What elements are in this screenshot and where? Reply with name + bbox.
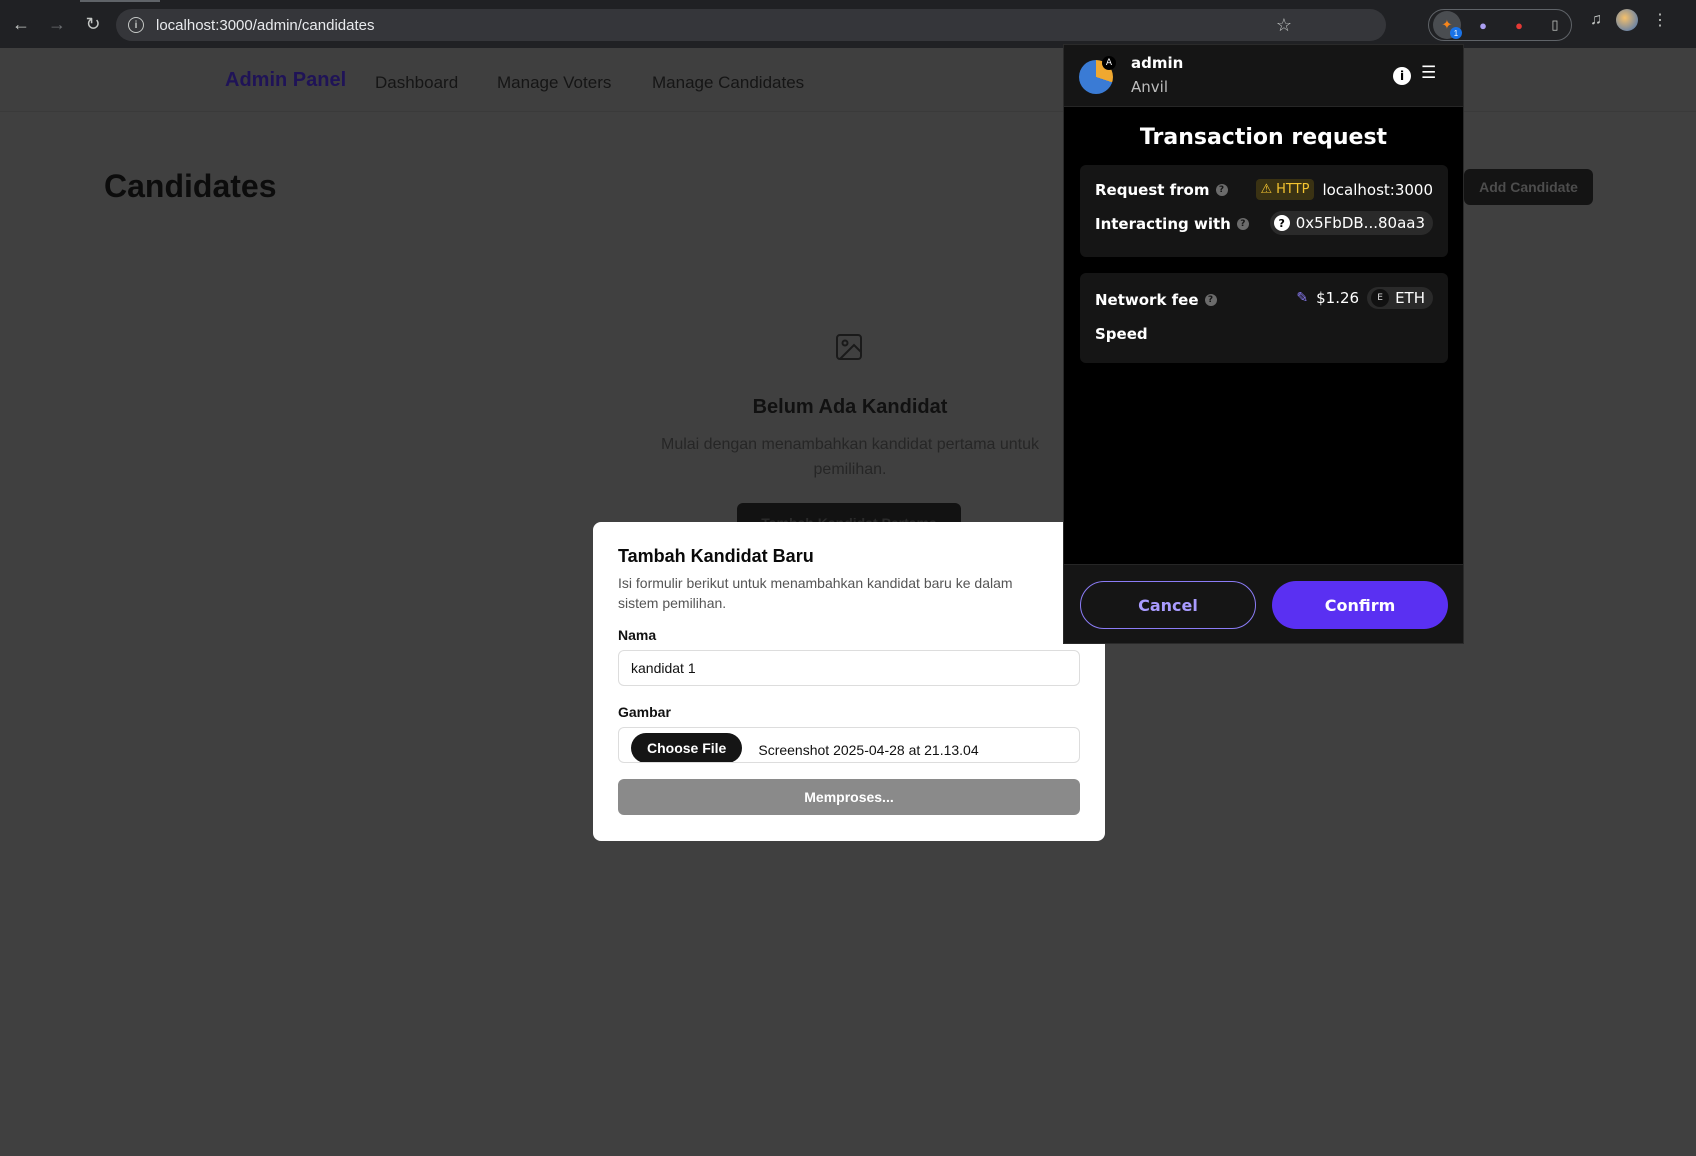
request-details-card: Request from ? ⚠ HTTP localhost:3000 Int… [1080, 165, 1448, 257]
image-placeholder-icon [836, 334, 862, 360]
help-icon[interactable]: ? [1204, 294, 1217, 306]
network-fee-label: Network fee [1095, 291, 1199, 309]
request-origin: localhost:3000 [1322, 180, 1433, 199]
currency-label: ETH [1395, 289, 1425, 307]
nav-manage-candidates[interactable]: Manage Candidates [652, 73, 804, 93]
choose-file-button[interactable]: Choose File [631, 733, 743, 762]
http-warning-tag: ⚠ HTTP [1255, 179, 1315, 200]
help-icon[interactable]: ? [1215, 184, 1228, 196]
dialog-title: Tambah Kandidat Baru [618, 546, 814, 566]
unknown-contract-icon: ? [1273, 215, 1290, 231]
fee-details-card: Network fee ? ✎ $1.26 E ETH Speed [1080, 273, 1448, 363]
empty-state-description: Mulai dengan menambahkan kandidat pertam… [660, 436, 1040, 478]
metamask-fox-icon[interactable]: ✦ 1 [1433, 11, 1462, 39]
menu-kebab-icon[interactable]: ⋮ [1652, 10, 1668, 30]
interacting-with-label: Interacting with [1095, 215, 1231, 233]
extensions-group: ✦ 1 ● ● ▯ [1428, 9, 1572, 41]
nav-manage-voters[interactable]: Manage Voters [497, 73, 611, 93]
network-name[interactable]: Anvil [1131, 78, 1168, 96]
forward-icon[interactable]: → [42, 9, 72, 39]
wallet-footer: Cancel Confirm [1064, 564, 1463, 643]
puzzle-extensions-icon[interactable]: ▯ [1541, 11, 1569, 39]
address-bar[interactable]: i localhost:3000/admin/candidates ☆ [116, 9, 1386, 41]
add-candidate-button[interactable]: Add Candidate [1464, 169, 1593, 205]
help-icon[interactable]: ? [1236, 218, 1249, 230]
edit-fee-icon[interactable]: ✎ [1296, 290, 1308, 306]
stop-hand-extension-icon[interactable]: ● [1505, 11, 1533, 39]
dialog-description: Isi formulir berikut untuk menambahkan k… [618, 575, 1013, 611]
nav-dashboard[interactable]: Dashboard [375, 73, 458, 93]
browser-toolbar: ← → ↻ i localhost:3000/admin/candidates … [0, 0, 1696, 48]
speed-label: Speed [1095, 325, 1148, 343]
transaction-title: Transaction request [1139, 125, 1388, 150]
name-label: Nama [618, 627, 657, 643]
cancel-button[interactable]: Cancel [1080, 581, 1256, 629]
selected-file-name: Screenshot 2025-04-28 at 21.13.04 [758, 742, 979, 758]
brand-logo[interactable]: Admin Panel [225, 69, 346, 92]
account-name[interactable]: admin [1131, 54, 1183, 72]
http-label: HTTP [1276, 182, 1310, 197]
tab-indicator [80, 0, 160, 2]
network-fee-value: $1.26 [1316, 289, 1360, 307]
image-file-input[interactable]: Choose File Screenshot 2025-04-28 at 21.… [618, 727, 1080, 763]
eth-icon: E [1371, 289, 1390, 307]
wallet-header: A admin Anvil i ☰ [1064, 45, 1463, 107]
ghost-extension-icon[interactable]: ● [1469, 11, 1497, 39]
account-badge: A [1102, 56, 1116, 70]
image-label: Gambar [618, 704, 671, 720]
request-from-label: Request from [1095, 181, 1210, 199]
add-candidate-dialog: Tambah Kandidat Baru Isi formulir beriku… [593, 522, 1105, 841]
bookmark-star-icon[interactable]: ☆ [1276, 15, 1292, 36]
warning-icon: ⚠ [1260, 182, 1273, 197]
profile-avatar[interactable] [1616, 9, 1638, 31]
sliders-settings-icon[interactable]: ☰ [1421, 63, 1436, 83]
page-title: Candidates [104, 168, 277, 204]
confirm-button[interactable]: Confirm [1272, 581, 1448, 629]
contract-address: 0x5FbDB...80aa3 [1295, 214, 1425, 232]
name-input[interactable]: kandidat 1 [618, 650, 1080, 686]
currency-pill: E ETH [1367, 287, 1433, 309]
submit-processing-button[interactable]: Memproses... [618, 779, 1080, 815]
wallet-popup: A admin Anvil i ☰ Transaction request Re… [1063, 44, 1464, 644]
url-text[interactable]: localhost:3000/admin/candidates [156, 17, 374, 34]
site-info-icon[interactable]: i [128, 17, 144, 33]
empty-state-title: Belum Ada Kandidat [752, 396, 948, 418]
notification-badge: 1 [1450, 27, 1462, 39]
contract-address-pill[interactable]: ? 0x5FbDB...80aa3 [1269, 211, 1433, 235]
media-controls-icon[interactable]: ♫ [1590, 11, 1602, 29]
info-icon[interactable]: i [1393, 67, 1411, 85]
back-icon[interactable]: ← [6, 9, 36, 39]
reload-icon[interactable]: ↻ [78, 9, 108, 39]
